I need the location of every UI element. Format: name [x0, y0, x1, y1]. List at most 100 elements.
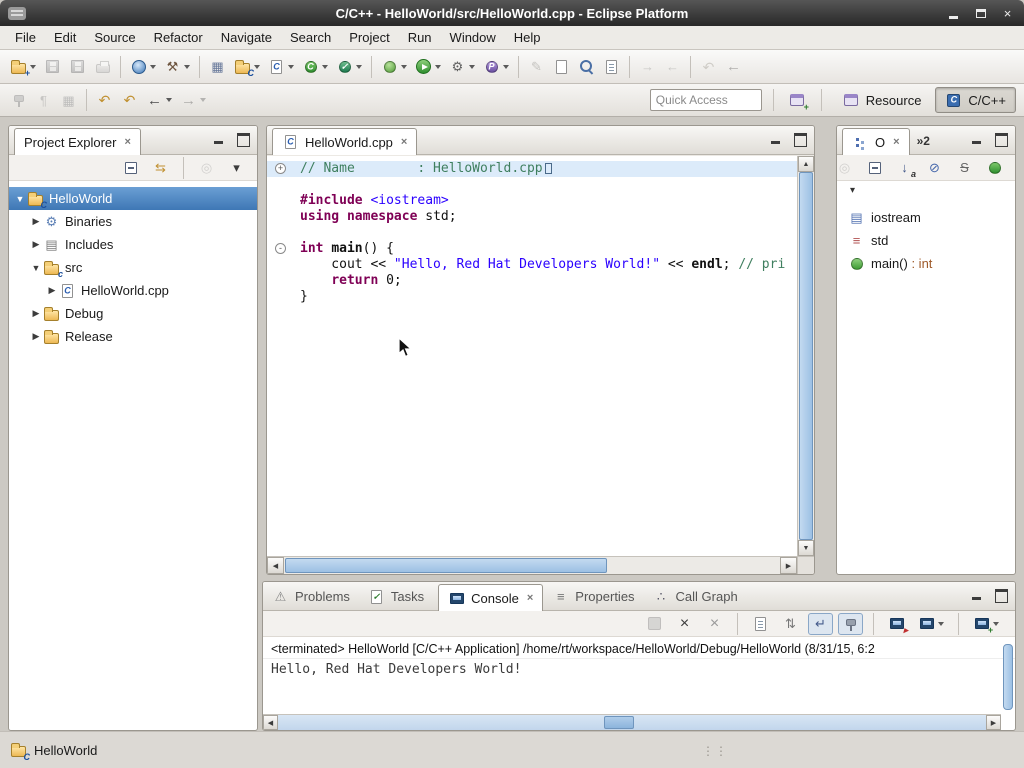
scroll-lock-button[interactable]: ⇅ [778, 613, 803, 635]
word-wrap-button[interactable]: ↵ [808, 613, 833, 635]
editor-horizontal-scrollbar[interactable]: ◀ ▶ [267, 556, 797, 574]
minimize-view-button[interactable] [213, 133, 226, 145]
vertical-scrollbar-thumb[interactable] [799, 172, 813, 540]
previous-edit-location-button[interactable]: ↶ [92, 87, 117, 113]
menu-file[interactable]: File [6, 27, 45, 48]
close-icon[interactable]: × [527, 592, 533, 604]
clear-console-button[interactable] [748, 613, 773, 635]
back-button[interactable]: ← [142, 87, 176, 113]
hide-static-button[interactable]: S [952, 157, 977, 179]
tab-outline[interactable]: O × [842, 128, 910, 155]
browser-button[interactable] [126, 54, 160, 80]
tree-item-helloworld[interactable]: ▼CHelloWorld [9, 187, 257, 210]
menu-search[interactable]: Search [281, 27, 340, 48]
debug-button[interactable] [377, 54, 411, 80]
window-maximize-button[interactable] [972, 5, 989, 22]
twistie-icon[interactable]: ▼ [29, 263, 43, 273]
twistie-icon[interactable]: ▶ [29, 239, 43, 250]
tree-item-binaries[interactable]: ▶⚙Binaries [9, 210, 257, 233]
tab-call-graph[interactable]: ∴Call Graph [644, 583, 747, 610]
twistie-icon[interactable]: ▼ [13, 194, 27, 204]
minimize-view-button[interactable] [971, 133, 984, 145]
scrollbar-track[interactable] [284, 557, 780, 574]
new-c-source-file-button[interactable]: C [264, 54, 298, 80]
tab-console[interactable]: Console× [438, 584, 543, 611]
collapse-all-button[interactable] [862, 157, 887, 179]
display-selected-console-button[interactable]: ▸ [884, 613, 909, 635]
hide-fields-button[interactable]: ⊘ [922, 157, 947, 179]
remove-launch-button[interactable]: × [672, 613, 697, 635]
open-console-dropdown-button[interactable] [914, 613, 948, 635]
twistie-icon[interactable]: ▶ [29, 308, 43, 319]
twistie-icon[interactable]: ▶ [29, 216, 43, 227]
scroll-down-button[interactable]: ▼ [798, 540, 814, 556]
view-menu-button[interactable]: ▾ [224, 157, 249, 179]
remove-all-launches-button[interactable]: × [702, 613, 727, 635]
search-button[interactable] [574, 54, 599, 80]
tree-menu-arrow-icon[interactable]: ▾ [837, 181, 1015, 198]
scroll-left-button[interactable]: ◀ [263, 715, 278, 730]
tree-item-src[interactable]: ▼csrc [9, 256, 257, 279]
tree-item-includes[interactable]: ▶▤Includes [9, 233, 257, 256]
tab-problems[interactable]: ⚠Problems [263, 583, 359, 610]
pin-console-button[interactable] [838, 613, 863, 635]
outline-item-iostream[interactable]: ▤iostream [837, 206, 1015, 229]
maximize-view-button[interactable] [995, 133, 1008, 145]
horizontal-scrollbar-thumb[interactable] [285, 558, 607, 573]
maximize-editor-button[interactable] [794, 133, 807, 145]
twistie-icon[interactable]: ▶ [29, 331, 43, 342]
tree-item-helloworld-cpp[interactable]: ▶CHelloWorld.cpp [9, 279, 257, 302]
menu-source[interactable]: Source [85, 27, 144, 48]
tab-properties[interactable]: ≡Properties [543, 583, 643, 610]
scroll-up-button[interactable]: ▲ [798, 156, 814, 172]
quick-access-input[interactable] [650, 89, 762, 111]
close-icon[interactable]: × [893, 136, 899, 148]
new-console-view-button[interactable]: + [969, 613, 1003, 635]
profile-button[interactable]: P [479, 54, 513, 80]
last-edit-location-button[interactable]: ↶ [117, 87, 142, 113]
external-tools-button[interactable]: ⚙ [445, 54, 479, 80]
tab-helloworld-cpp[interactable]: C HelloWorld.cpp × [272, 128, 417, 155]
tab-tasks[interactable]: ✓Tasks [359, 583, 433, 610]
horizontal-scrollbar-thumb[interactable] [604, 716, 634, 729]
close-icon[interactable]: × [401, 136, 407, 148]
status-drag-handle[interactable]: ⋮⋮ [702, 744, 728, 758]
editor-vertical-scrollbar[interactable]: ▲ ▼ [797, 156, 814, 556]
console-vertical-scrollbar[interactable] [1003, 644, 1013, 710]
new-class-button[interactable]: C [298, 54, 332, 80]
menu-run[interactable]: Run [399, 27, 441, 48]
open-element-button[interactable] [549, 54, 574, 80]
scroll-right-button[interactable]: ▶ [986, 715, 1001, 730]
tab-project-explorer[interactable]: Project Explorer × [14, 128, 141, 155]
new-wizard-button[interactable]: + [6, 54, 40, 80]
menu-window[interactable]: Window [441, 27, 505, 48]
minimize-view-button[interactable] [971, 589, 984, 601]
new-c-project-button[interactable]: C [230, 54, 264, 80]
menu-project[interactable]: Project [340, 27, 398, 48]
twistie-icon[interactable]: ▶ [45, 285, 59, 296]
maximize-view-button[interactable] [995, 589, 1008, 601]
menu-refactor[interactable]: Refactor [145, 27, 212, 48]
open-resource-button[interactable] [599, 54, 624, 80]
open-perspective-button[interactable]: + [785, 87, 810, 113]
hide-non-public-button[interactable] [982, 157, 1007, 179]
outline-item-std[interactable]: ≡std [837, 229, 1015, 252]
sort-button[interactable]: ↓a [892, 157, 917, 179]
fold-collapse-icon[interactable]: - [275, 243, 286, 254]
menu-edit[interactable]: Edit [45, 27, 85, 48]
window-minimize-button[interactable] [945, 5, 962, 22]
build-all-button[interactable]: ⚒ [160, 54, 194, 80]
scrollbar-track[interactable] [278, 715, 986, 730]
maximize-view-button[interactable] [237, 133, 250, 145]
tab-overflow-chevron[interactable]: »2 [917, 127, 930, 154]
perspective-c-c-button[interactable]: CC/C++ [935, 87, 1016, 113]
code-coverage-button[interactable]: ✓ [332, 54, 366, 80]
link-with-editor-button[interactable]: ⇆ [148, 157, 173, 179]
code-editor[interactable]: +// Name : HelloWorld.cpp#include <iostr… [267, 156, 797, 556]
menu-navigate[interactable]: Navigate [212, 27, 281, 48]
tree-item-debug[interactable]: ▶Debug [9, 302, 257, 325]
console-horizontal-scrollbar[interactable]: ◀ ▶ [263, 714, 1001, 730]
run-button[interactable] [411, 54, 445, 80]
fold-expand-icon[interactable]: + [275, 163, 286, 174]
menu-help[interactable]: Help [505, 27, 550, 48]
